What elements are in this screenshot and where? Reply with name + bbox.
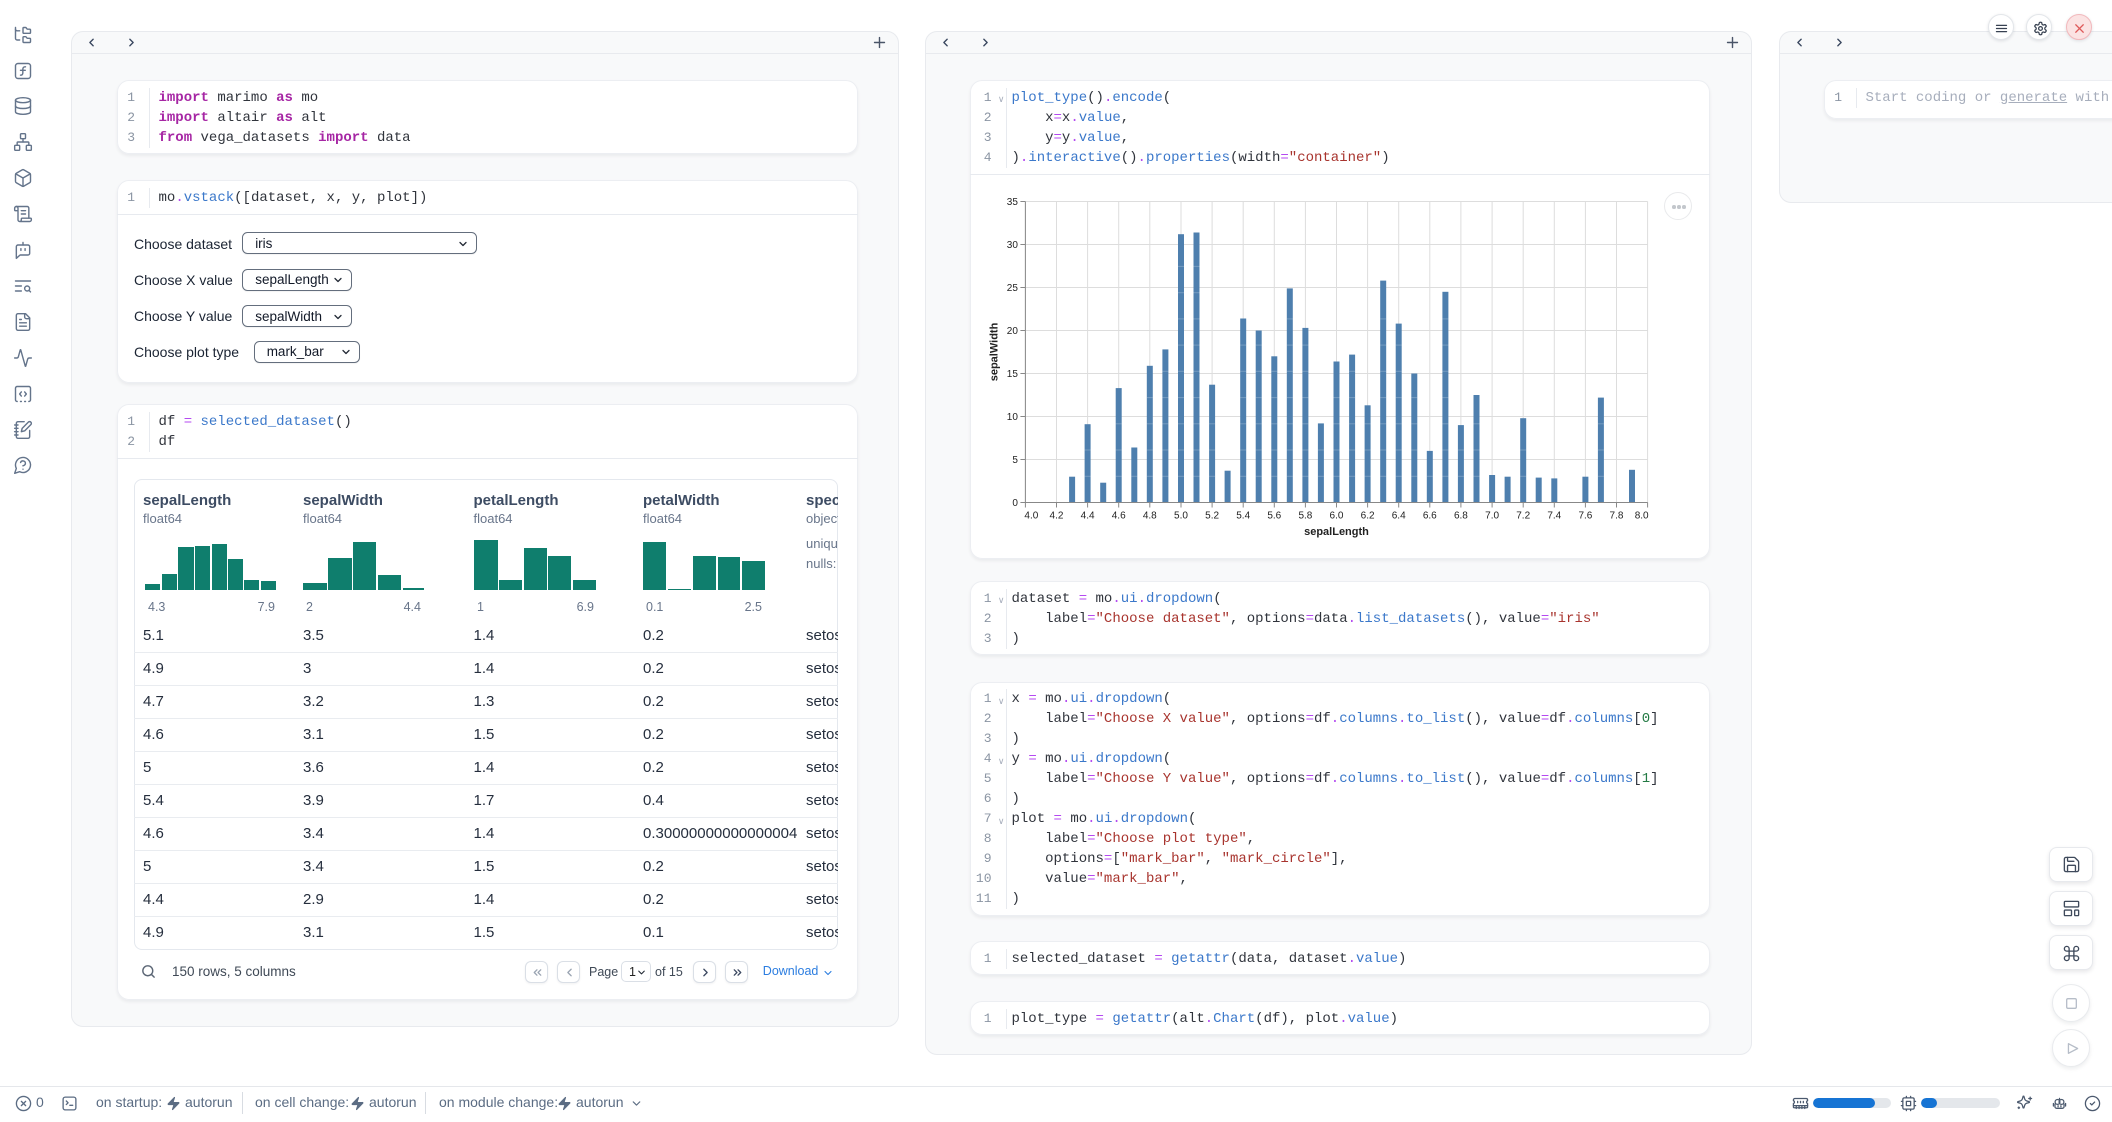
svg-text:5.2: 5.2: [1205, 511, 1219, 522]
svg-text:20: 20: [1007, 326, 1019, 337]
svg-text:4.4: 4.4: [1081, 511, 1095, 522]
svg-text:6.0: 6.0: [1330, 511, 1344, 522]
svg-text:7.8: 7.8: [1610, 511, 1624, 522]
svg-text:5.4: 5.4: [1236, 511, 1250, 522]
svg-text:5.8: 5.8: [1298, 511, 1312, 522]
svg-text:6.4: 6.4: [1392, 511, 1406, 522]
svg-text:7.0: 7.0: [1485, 511, 1499, 522]
svg-text:7.4: 7.4: [1547, 511, 1561, 522]
svg-text:7.6: 7.6: [1578, 511, 1592, 522]
svg-text:5: 5: [1012, 455, 1018, 466]
svg-text:7.2: 7.2: [1516, 511, 1530, 522]
svg-text:25: 25: [1007, 283, 1019, 294]
svg-text:15: 15: [1007, 369, 1019, 380]
svg-text:sepalWidth: sepalWidth: [989, 322, 1001, 381]
svg-text:6.8: 6.8: [1454, 511, 1468, 522]
svg-text:4.8: 4.8: [1143, 511, 1157, 522]
svg-text:5.0: 5.0: [1174, 511, 1188, 522]
svg-text:30: 30: [1007, 240, 1019, 251]
svg-text:6.2: 6.2: [1361, 511, 1375, 522]
svg-text:8.0: 8.0: [1635, 511, 1649, 522]
svg-text:5.6: 5.6: [1267, 511, 1281, 522]
svg-text:sepalLength: sepalLength: [1304, 526, 1369, 538]
svg-text:6.6: 6.6: [1423, 511, 1437, 522]
svg-text:4.0: 4.0: [1024, 511, 1038, 522]
svg-text:0: 0: [1012, 498, 1018, 509]
svg-text:10: 10: [1007, 412, 1019, 423]
svg-text:4.2: 4.2: [1050, 511, 1064, 522]
svg-text:35: 35: [1007, 197, 1019, 208]
svg-text:4.6: 4.6: [1112, 511, 1126, 522]
